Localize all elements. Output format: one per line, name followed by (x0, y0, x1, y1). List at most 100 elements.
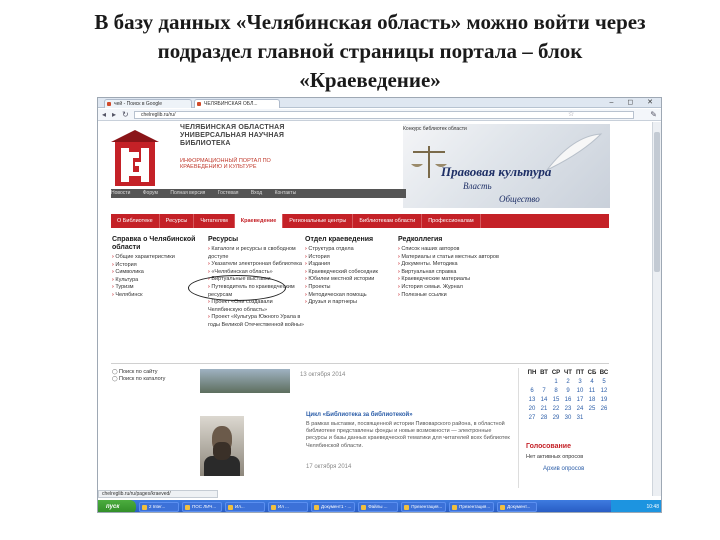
page-scrollbar[interactable] (652, 122, 661, 496)
top-link-full[interactable]: Полная версия (170, 190, 205, 196)
column-link[interactable]: Юбилеи местной истории (305, 276, 397, 284)
column-link[interactable]: Проект «Они создавали Челябинскую област… (208, 299, 308, 314)
calendar-day[interactable]: 12 (598, 387, 610, 396)
search-catalog-radio[interactable]: Поиск по каталогу (112, 376, 165, 383)
search-site-radio[interactable]: Поиск по сайту (112, 369, 165, 376)
top-link-contacts[interactable]: Контакты (275, 190, 297, 196)
calendar-day[interactable]: 3 (574, 378, 586, 387)
column-link[interactable]: Указатели электронная библиотека (208, 261, 308, 269)
browser-tab-library[interactable]: ЧЕЛЯБИНСКАЯ ОБЛ... (194, 99, 280, 108)
calendar-day[interactable]: 7 (538, 387, 550, 396)
calendar-day[interactable]: 18 (586, 396, 598, 405)
calendar-day[interactable]: 15 (550, 396, 562, 405)
column-link[interactable]: Виртуальная справка (398, 269, 508, 277)
column-link[interactable]: Друзья и партнеры (305, 299, 397, 307)
calendar-day[interactable]: 20 (526, 405, 538, 414)
browser-tab-google[interactable]: чей - Поиск в Google (104, 99, 192, 108)
menu-professionals[interactable]: Профессионалам (422, 214, 481, 228)
calendar-day[interactable]: 17 (574, 396, 586, 405)
calendar-day[interactable]: 30 (562, 414, 574, 423)
column-link[interactable]: Полезные ссылки (398, 292, 508, 300)
taskbar-item[interactable]: 2 Inter... (139, 502, 179, 512)
bookmark-star-icon[interactable]: ☆ (568, 110, 574, 118)
column-link[interactable]: Проект «Культура Южного Урала в годы Вел… (208, 314, 308, 329)
calendar-day[interactable]: 23 (562, 405, 574, 414)
menu-resources[interactable]: Ресурсы (160, 214, 195, 228)
column-link[interactable]: Символика (112, 269, 200, 277)
calendar-day[interactable]: 13 (526, 396, 538, 405)
calendar-day[interactable]: 16 (562, 396, 574, 405)
start-button[interactable]: пуск (98, 500, 136, 512)
taskbar-item[interactable]: Ил ... (268, 502, 308, 512)
column-link[interactable]: История (305, 254, 397, 262)
calendar-day[interactable]: 5 (598, 378, 610, 387)
calendar-day[interactable]: 27 (526, 414, 538, 423)
settings-wrench-icon[interactable]: ✎ (650, 110, 657, 119)
reload-icon[interactable]: ↻ (122, 110, 129, 120)
calendar-day[interactable]: 25 (586, 405, 598, 414)
calendar-day[interactable]: 21 (538, 405, 550, 414)
calendar-day[interactable]: 2 (562, 378, 574, 387)
news-photo-portrait[interactable] (200, 416, 244, 476)
taskbar-item[interactable]: Документ1 - ... (311, 502, 356, 512)
menu-region-libraries[interactable]: Библиотекам области (353, 214, 423, 228)
taskbar-item[interactable]: Презентация... (449, 502, 495, 512)
calendar-day[interactable] (526, 378, 538, 387)
calendar-day[interactable]: 28 (538, 414, 550, 423)
calendar-day[interactable]: 9 (562, 387, 574, 396)
top-link-forum[interactable]: Форум (143, 190, 158, 196)
menu-about[interactable]: О Библиотеке (111, 214, 160, 228)
calendar-day[interactable]: 8 (550, 387, 562, 396)
calendar-day[interactable]: 4 (586, 378, 598, 387)
forward-icon[interactable]: ▸ (112, 110, 116, 120)
taskbar-item[interactable]: Презентация... (401, 502, 447, 512)
column-link[interactable]: Издания (305, 261, 397, 269)
calendar-day[interactable]: 29 (550, 414, 562, 423)
calendar-day[interactable]: 22 (550, 405, 562, 414)
calendar-day[interactable]: 6 (526, 387, 538, 396)
top-link-news[interactable]: Новости (111, 190, 130, 196)
column-link[interactable]: Проекты (305, 284, 397, 292)
menu-regional-centers[interactable]: Региональные центры (283, 214, 354, 228)
column-link[interactable]: Культура (112, 277, 200, 285)
calendar-day[interactable]: 31 (574, 414, 586, 423)
scrollbar-thumb[interactable] (654, 132, 660, 272)
calendar-day[interactable]: 11 (586, 387, 598, 396)
column-link[interactable]: Туризм (112, 284, 200, 292)
menu-readers[interactable]: Читателям (194, 214, 235, 228)
column-link[interactable]: Каталоги и ресурсы в свободном доступе (208, 246, 308, 261)
menu-kraevedenie[interactable]: Краеведение (234, 214, 284, 228)
column-link[interactable]: Челябинск (112, 292, 200, 300)
column-link[interactable]: Методическая помощь (305, 292, 397, 300)
column-link[interactable]: Список наших авторов (398, 246, 508, 254)
calendar-day[interactable]: 10 (574, 387, 586, 396)
top-link-guestbook[interactable]: Гостевая (218, 190, 239, 196)
back-icon[interactable]: ◂ (102, 110, 106, 120)
taskbar-item[interactable]: Ил... (225, 502, 265, 512)
column-link[interactable]: Краеведческие материалы (398, 276, 508, 284)
window-controls[interactable]: – ◻ ✕ (610, 99, 659, 107)
calendar-day[interactable] (598, 414, 610, 423)
taskbar-item[interactable]: Файлы ... (358, 502, 399, 512)
url-input[interactable]: chelreglib.ru/ru/ (134, 111, 634, 119)
top-link-login[interactable]: Вход (251, 190, 262, 196)
news-photo-building[interactable] (200, 369, 290, 393)
calendar-day[interactable] (586, 414, 598, 423)
column-link[interactable]: История семьи. Журнал (398, 284, 508, 292)
calendar-day[interactable]: 19 (598, 396, 610, 405)
column-link[interactable]: Документы. Методика (398, 261, 508, 269)
calendar-day[interactable]: 24 (574, 405, 586, 414)
contest-banner[interactable]: Конкурс библиотек области Правовая культ… (403, 124, 610, 208)
calendar-day[interactable] (538, 378, 550, 387)
column-link[interactable]: История (112, 262, 200, 270)
calendar-day[interactable]: 1 (550, 378, 562, 387)
column-link[interactable]: Общие характеристики (112, 254, 200, 262)
calendar-day[interactable]: 14 (538, 396, 550, 405)
calendar-day[interactable]: 26 (598, 405, 610, 414)
vote-archive-link[interactable]: Архив опросов (543, 466, 584, 472)
taskbar-item[interactable]: ПОС ЛИЧ... (182, 502, 222, 512)
news-title[interactable]: Цикл «Библиотека за библиотекой» (306, 412, 413, 418)
system-tray-clock[interactable]: 10:48 (611, 500, 661, 512)
taskbar-item[interactable]: Документ... (497, 502, 538, 512)
column-link[interactable]: Структура отдела (305, 246, 397, 254)
